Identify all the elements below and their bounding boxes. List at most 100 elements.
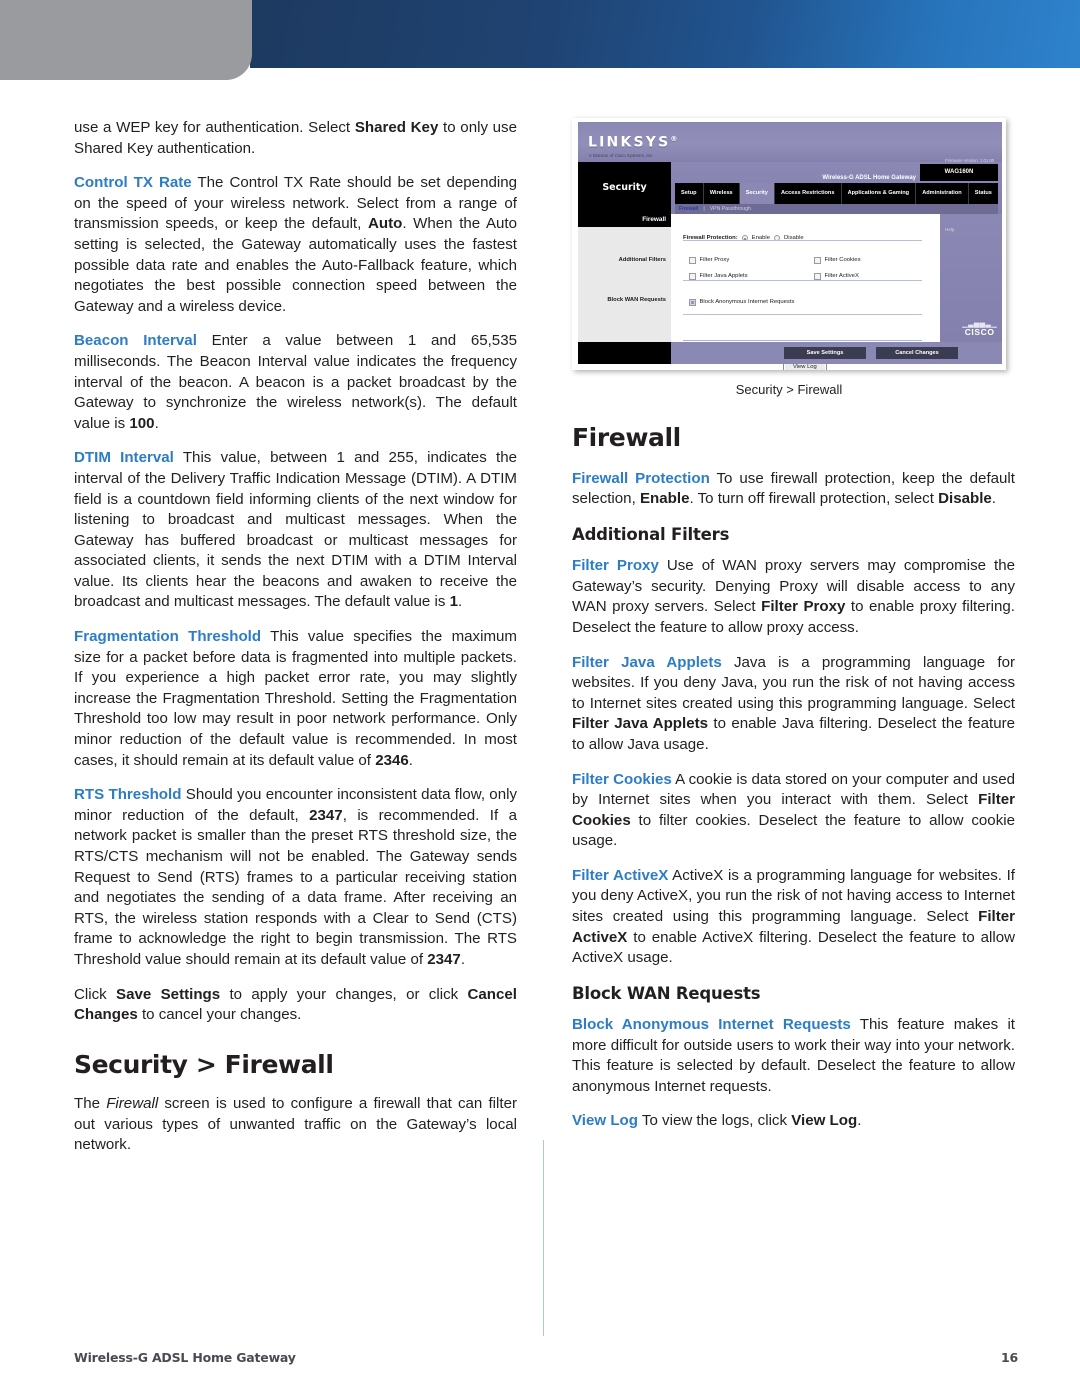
paragraph-block-anonymous-internet-requests: Block Anonymous Internet Requests This f… bbox=[572, 1015, 1015, 1097]
term-view-log: View Log bbox=[572, 1112, 638, 1130]
term-filter-cookies: Filter Cookies bbox=[572, 770, 672, 788]
heading-security-firewall: Security > Firewall bbox=[74, 1049, 334, 1079]
footer-product-name: Wireless-G ADSL Home Gateway bbox=[74, 1350, 296, 1365]
router-form: Firewall Protection: Enable Disable Filt… bbox=[671, 214, 940, 370]
text: to cancel your changes. bbox=[137, 1006, 302, 1024]
text: . bbox=[857, 1112, 862, 1130]
chapter-tab bbox=[0, 0, 252, 80]
paragraph-rts-threshold: RTS Threshold Should you encounter incon… bbox=[74, 785, 517, 970]
cancel-changes-button[interactable]: Cancel Changes bbox=[876, 347, 958, 359]
bold-filter-java-applets: Filter Java Applets bbox=[572, 715, 709, 733]
router-tab-status[interactable]: Status bbox=[969, 183, 998, 204]
left-column: use a WEP key for authentication. Select… bbox=[74, 118, 517, 1156]
router-tab-applications-gaming[interactable]: Applications & Gaming bbox=[842, 183, 917, 204]
checkbox-filter-cookies[interactable] bbox=[814, 257, 821, 264]
paragraph-view-log: View Log To view the logs, click View Lo… bbox=[572, 1111, 1015, 1132]
text: . bbox=[154, 414, 159, 432]
model-row: Wireless-G ADSL Home Gateway WAG160N bbox=[671, 162, 1002, 183]
bold-save-settings: Save Settings bbox=[116, 985, 221, 1003]
page-header: Chapter 4 Advanced Configuration bbox=[0, 0, 1080, 96]
cisco-logo: ▁▃▅▅▃▁ CISCO bbox=[962, 321, 997, 337]
router-admin-viewport: LINKSYS® A Division of Cisco Systems, In… bbox=[578, 122, 1002, 370]
text: . bbox=[458, 593, 463, 611]
text: The bbox=[74, 1095, 107, 1112]
router-help-panel: Help ▁▃▅▅▃▁ CISCO bbox=[940, 214, 1002, 342]
router-footer-bar: Save Settings Cancel Changes bbox=[578, 342, 1002, 364]
text: This value, between 1 and 255, indicates… bbox=[74, 449, 517, 611]
term-block-anonymous-internet-requests: Block Anonymous Internet Requests bbox=[572, 1016, 851, 1033]
divider bbox=[683, 314, 922, 315]
bold-auto: Auto bbox=[367, 215, 403, 233]
router-left-labels: Firewall Additional Filters Block WAN Re… bbox=[578, 214, 671, 342]
term-filter-activex: Filter ActiveX bbox=[572, 866, 669, 884]
divider bbox=[683, 340, 922, 341]
bold-2347-b: 2347 bbox=[427, 950, 461, 968]
text: . To turn off firewall protection, selec… bbox=[689, 490, 939, 508]
text: to enable ActiveX filtering. Deselect th… bbox=[572, 928, 1015, 967]
model-number: WAG160N bbox=[920, 164, 998, 181]
paragraph-wep: use a WEP key for authentication. Select… bbox=[74, 118, 517, 159]
term-fragmentation-threshold: Fragmentation Threshold bbox=[74, 628, 262, 646]
paragraph-beacon-interval: Beacon Interval Enter a value between 1 … bbox=[74, 331, 517, 434]
term-filter-proxy: Filter Proxy bbox=[572, 557, 659, 575]
text: . bbox=[408, 751, 413, 769]
router-tab-access-restrictions[interactable]: Access Restrictions bbox=[775, 183, 842, 204]
header-banner bbox=[250, 0, 1080, 68]
router-body: Firewall Additional Filters Block WAN Re… bbox=[578, 214, 1002, 370]
paragraph-firewall-protection: Firewall Protection To use firewall prot… bbox=[572, 469, 1015, 510]
column-divider bbox=[543, 1140, 544, 1336]
text: to apply your changes, or click bbox=[220, 985, 468, 1003]
paragraph-filter-activex: Filter ActiveX ActiveX is a programming … bbox=[572, 866, 1015, 969]
bold-enable: Enable bbox=[639, 490, 690, 508]
bold-view-log: View Log bbox=[791, 1112, 858, 1130]
text: To view the logs, click bbox=[637, 1112, 792, 1130]
figure-security-firewall: LINKSYS® A Division of Cisco Systems, In… bbox=[572, 118, 1015, 401]
bold-disable: Disable bbox=[938, 490, 992, 508]
label-additional-filters: Additional Filters bbox=[618, 257, 666, 263]
checkbox-row-filter-java-applets: Filter Java Applets bbox=[689, 266, 748, 287]
save-settings-button[interactable]: Save Settings bbox=[784, 347, 866, 359]
router-subnav: Firewall | VPN Passthrough bbox=[675, 204, 998, 214]
checkbox-label-filter-proxy: Filter Proxy bbox=[699, 257, 730, 263]
registered-trademark-icon: ® bbox=[670, 135, 680, 143]
router-tab-administration[interactable]: Administration bbox=[916, 183, 969, 204]
text: . bbox=[460, 950, 466, 968]
linksys-topbar: LINKSYS® A Division of Cisco Systems, In… bbox=[578, 122, 1002, 163]
checkbox-label-filter-cookies: Filter Cookies bbox=[824, 257, 861, 263]
paragraph-filter-java-applets: Filter Java Applets Java is a programmin… bbox=[572, 653, 1015, 756]
paragraph-firewall-intro: The Firewall screen is used to configure… bbox=[74, 1094, 517, 1156]
heading-firewall: Firewall bbox=[572, 422, 681, 452]
text: This value specifies the maximum size fo… bbox=[74, 628, 517, 769]
radio-enable-label: Enable bbox=[751, 235, 771, 241]
bold-2347-a: 2347 bbox=[309, 806, 343, 824]
paragraph-fragmentation-threshold: Fragmentation Threshold This value speci… bbox=[74, 627, 517, 771]
firewall-protection-label: Firewall Protection: bbox=[683, 235, 738, 241]
paragraph-dtim-interval: DTIM Interval This value, between 1 and … bbox=[74, 448, 517, 613]
checkbox-filter-proxy[interactable] bbox=[689, 257, 696, 264]
cisco-wordmark: CISCO bbox=[964, 326, 995, 337]
firewall-protection-row: Firewall Protection: Enable Disable bbox=[683, 228, 804, 249]
term-dtim-interval: DTIM Interval bbox=[74, 449, 174, 467]
heading-block-wan-requests: Block WAN Requests bbox=[572, 983, 761, 1003]
heading-additional-filters: Additional Filters bbox=[572, 525, 730, 545]
checkbox-block-anonymous-internet-requests[interactable] bbox=[689, 299, 696, 306]
bold-1: 1 bbox=[449, 593, 458, 611]
divider bbox=[683, 240, 922, 241]
help-title: Help bbox=[945, 227, 955, 232]
checkbox-filter-activex[interactable] bbox=[814, 273, 821, 280]
bold-100: 100 bbox=[129, 414, 155, 432]
radio-disable-label: Disable bbox=[784, 235, 804, 241]
text: use a WEP key for authentication. Select bbox=[74, 119, 355, 136]
router-nav-zone: Wireless-G ADSL Home Gateway WAG160N Set… bbox=[671, 162, 1002, 214]
panel-title-firewall: Firewall bbox=[578, 214, 671, 227]
text: . bbox=[991, 490, 996, 508]
bold-filter-proxy: Filter Proxy bbox=[761, 598, 846, 616]
footer-page-number: 16 bbox=[1001, 1350, 1018, 1365]
text: Click bbox=[74, 985, 117, 1003]
right-column: LINKSYS® A Division of Cisco Systems, In… bbox=[572, 118, 1015, 1132]
term-filter-java-applets: Filter Java Applets bbox=[572, 653, 722, 671]
text: to filter cookies. Deselect the feature … bbox=[572, 811, 1015, 850]
checkbox-filter-java-applets[interactable] bbox=[689, 273, 696, 280]
label-block-wan-requests: Block WAN Requests bbox=[607, 297, 666, 303]
paragraph-filter-cookies: Filter Cookies A cookie is data stored o… bbox=[572, 770, 1015, 852]
